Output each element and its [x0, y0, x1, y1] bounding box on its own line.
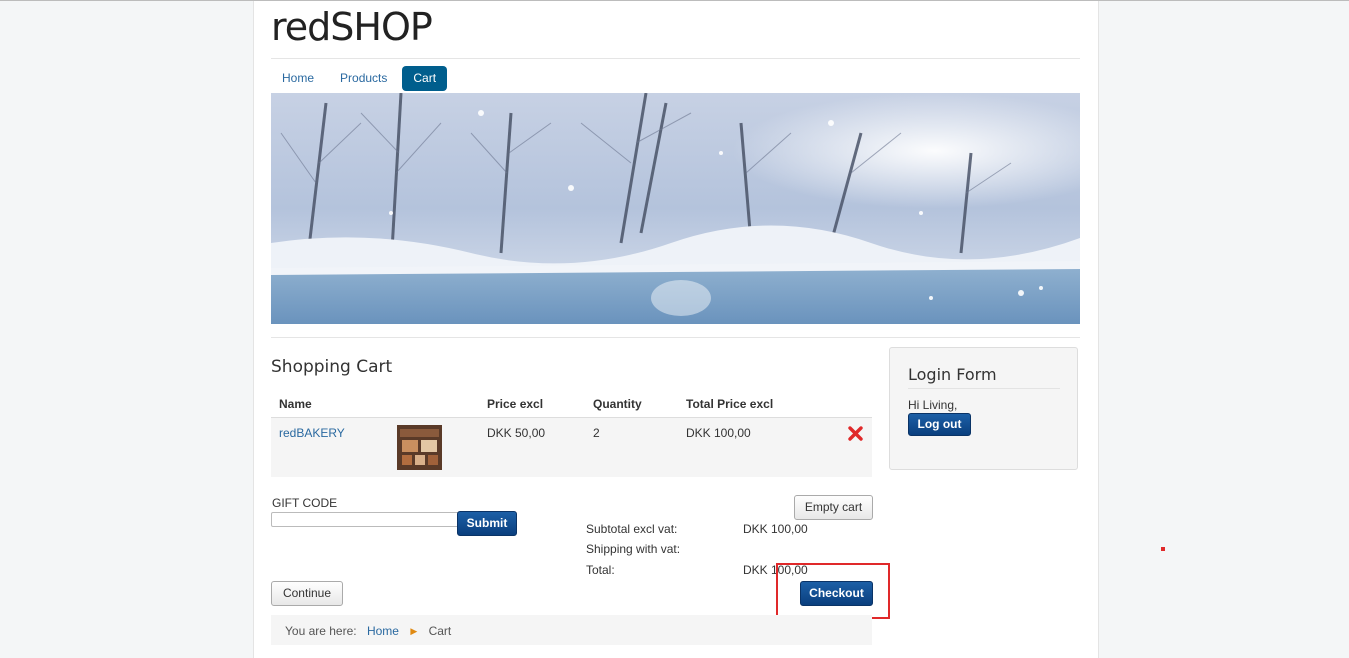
continue-button[interactable]: Continue — [271, 581, 343, 606]
col-header-delete — [800, 391, 872, 418]
empty-cart-button[interactable]: Empty cart — [794, 495, 873, 520]
total-label: Total: — [586, 563, 615, 577]
subtotal-label: Subtotal excl vat: — [586, 522, 678, 536]
col-header-price: Price excl — [479, 391, 585, 418]
product-thumbnail[interactable] — [397, 425, 442, 470]
col-header-total: Total Price excl — [678, 391, 800, 418]
col-header-quantity: Quantity — [585, 391, 678, 418]
triangle-right-icon: ▶ — [410, 625, 418, 636]
breadcrumb-current: Cart — [428, 623, 452, 638]
breadcrumb-home-link[interactable]: Home — [367, 624, 399, 638]
cart-header-row: Name Price excl Quantity Total Price exc… — [271, 391, 872, 418]
quantity-cell: 2 — [585, 417, 678, 477]
submit-gift-button[interactable]: Submit — [457, 511, 517, 536]
banner-image — [271, 93, 1080, 324]
breadcrumb: You are here: Home ▶ Cart — [271, 615, 872, 645]
stray-marker — [1161, 547, 1165, 551]
main-nav: Home Products Cart — [271, 66, 448, 91]
login-title: Login Form — [908, 365, 997, 384]
site-title[interactable]: redSHOP — [271, 5, 433, 49]
checkout-highlight-box — [776, 563, 890, 619]
total-cell: DKK 100,00 — [678, 417, 800, 477]
table-row: redBAKERY DKK 50,00 2 DKK 100,00 — [271, 417, 872, 477]
delete-x-icon[interactable] — [848, 426, 863, 441]
nav-item-cart[interactable]: Cart — [402, 66, 448, 91]
divider — [908, 388, 1060, 389]
login-greeting: Hi Living, — [908, 398, 958, 412]
login-panel: Login Form Hi Living, Log out — [889, 347, 1078, 470]
nav-item-products[interactable]: Products — [329, 66, 398, 91]
page-container: redSHOP Home Products Cart Shopping Cart… — [253, 1, 1099, 658]
price-cell: DKK 50,00 — [479, 417, 585, 477]
divider — [271, 337, 1080, 338]
divider — [271, 58, 1080, 59]
col-header-name: Name — [271, 391, 389, 418]
cart-table: Name Price excl Quantity Total Price exc… — [271, 391, 872, 477]
subtotal-value: DKK 100,00 — [743, 522, 808, 536]
gift-code-input[interactable] — [271, 512, 463, 527]
cart-heading: Shopping Cart — [271, 357, 393, 377]
shipping-label: Shipping with vat: — [586, 542, 681, 556]
logout-button[interactable]: Log out — [908, 413, 971, 436]
col-header-image — [389, 391, 479, 418]
breadcrumb-prefix: You are here: — [285, 623, 357, 638]
nav-item-home[interactable]: Home — [271, 66, 325, 91]
product-link[interactable]: redBAKERY — [279, 426, 345, 440]
gift-code-label: GIFT CODE — [272, 496, 338, 510]
